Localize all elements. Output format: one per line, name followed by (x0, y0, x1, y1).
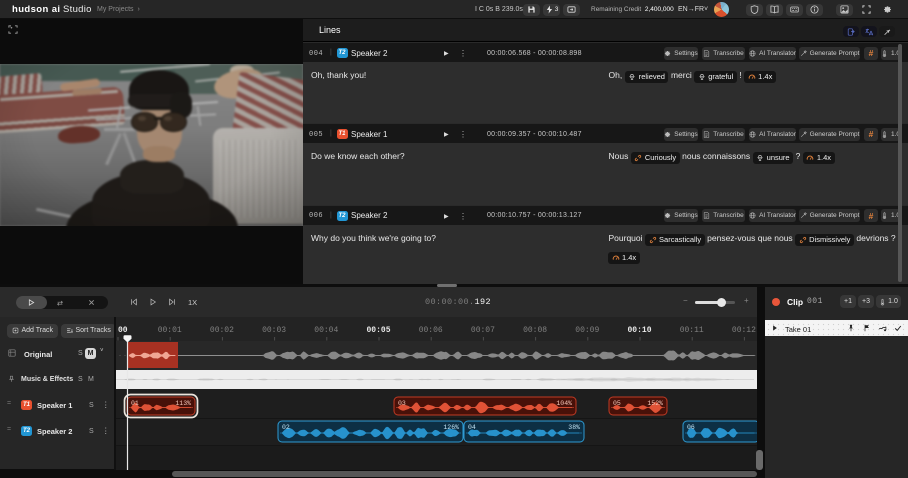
svg-text:03: 03 (398, 400, 406, 407)
svg-text:05: 05 (613, 400, 621, 407)
svg-text:00:05: 00:05 (366, 326, 390, 335)
svg-text:00:02: 00:02 (210, 326, 234, 335)
svg-text:00:10: 00:10 (627, 326, 651, 335)
svg-text:104%: 104% (556, 400, 572, 407)
svg-text:00:09: 00:09 (575, 326, 599, 335)
svg-text:00:04: 00:04 (314, 326, 338, 335)
svg-text:00:11: 00:11 (680, 326, 704, 335)
svg-text:00:06: 00:06 (419, 326, 443, 335)
svg-text:06: 06 (687, 424, 695, 431)
svg-text:02: 02 (282, 424, 290, 431)
svg-text:38%: 38% (568, 424, 580, 431)
svg-text:152%: 152% (647, 400, 663, 407)
svg-text:00:07: 00:07 (471, 326, 495, 335)
svg-text:126%: 126% (443, 424, 459, 431)
svg-text:113%: 113% (175, 400, 191, 407)
svg-text:00:03: 00:03 (262, 326, 286, 335)
svg-text:04: 04 (468, 424, 476, 431)
svg-text:00:01: 00:01 (158, 326, 182, 335)
svg-text:01: 01 (131, 400, 139, 407)
svg-text:00:08: 00:08 (523, 326, 547, 335)
svg-text:00: 00 (118, 326, 128, 335)
svg-text:00:12: 00:12 (732, 326, 756, 335)
